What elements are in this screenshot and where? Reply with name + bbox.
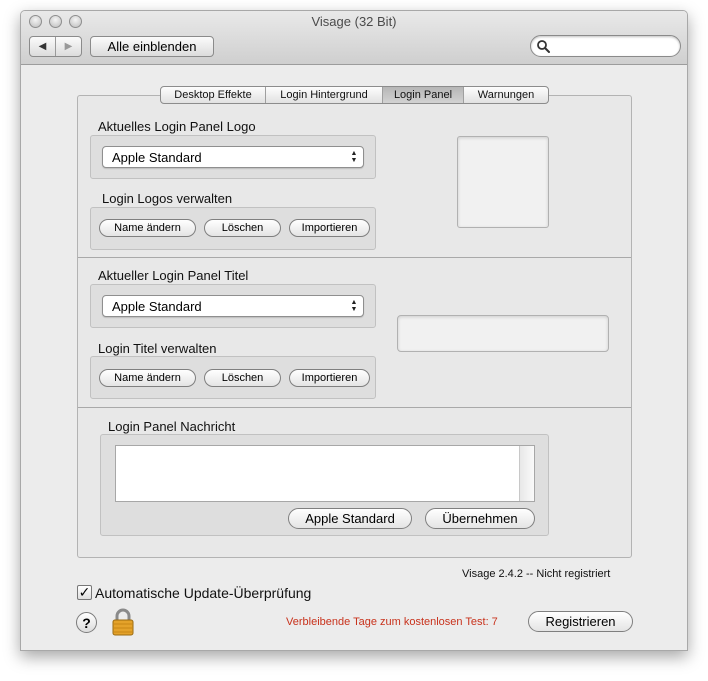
apple-standard-button[interactable]: Apple Standard xyxy=(288,508,412,529)
title-manage-groupbox: Name ändern Löschen Importieren xyxy=(90,356,376,399)
checkmark-icon: ✓ xyxy=(78,584,91,600)
title-group-label: Aktueller Login Panel Titel xyxy=(98,268,249,283)
tab-warnungen[interactable]: Warnungen xyxy=(464,87,548,103)
auto-update-checkbox[interactable]: ✓ xyxy=(77,585,92,600)
separator-1 xyxy=(78,257,631,258)
title-popup[interactable]: Apple Standard ▲ ▼ xyxy=(102,295,364,317)
logo-delete-button[interactable]: Löschen xyxy=(204,219,281,237)
logo-preview-well[interactable] xyxy=(457,136,549,228)
back-arrow-icon[interactable]: ◀ xyxy=(30,37,55,56)
logo-popup[interactable]: Apple Standard ▲ ▼ xyxy=(102,146,364,168)
title-import-button[interactable]: Importieren xyxy=(289,369,370,387)
message-groupbox: Apple Standard Übernehmen xyxy=(100,434,549,536)
title-popup-value: Apple Standard xyxy=(112,298,202,314)
help-icon[interactable]: ? xyxy=(76,612,97,633)
window-title: Visage (32 Bit) xyxy=(311,14,397,29)
message-scrollbar[interactable] xyxy=(519,446,534,501)
logo-popup-value: Apple Standard xyxy=(112,149,202,165)
tab-content-panel: Aktuelles Login Panel Logo Apple Standar… xyxy=(77,95,632,558)
lock-icon[interactable] xyxy=(111,608,135,636)
version-status: Visage 2.4.2 -- Nicht registriert xyxy=(462,568,611,580)
title-bar: Visage (32 Bit) ◀ ▶ Alle einblenden xyxy=(21,11,687,65)
forward-arrow-icon[interactable]: ▶ xyxy=(55,37,81,56)
tab-desktop-effekte[interactable]: Desktop Effekte xyxy=(161,87,266,103)
search-field[interactable] xyxy=(530,35,681,57)
message-textarea[interactable] xyxy=(118,448,517,499)
show-all-button[interactable]: Alle einblenden xyxy=(90,36,214,57)
tab-login-hintergrund[interactable]: Login Hintergrund xyxy=(266,87,383,103)
popup-arrows-icon: ▲ ▼ xyxy=(350,150,358,164)
trial-days-text: Verbleibende Tage zum kostenlosen Test: … xyxy=(286,616,498,628)
tab-bar: Desktop Effekte Login Hintergrund Login … xyxy=(160,86,549,104)
search-input[interactable] xyxy=(553,38,675,54)
popup-arrows-icon: ▲ ▼ xyxy=(350,299,358,313)
message-textbox[interactable] xyxy=(115,445,535,502)
tab-login-panel[interactable]: Login Panel xyxy=(383,87,464,103)
title-preview-field[interactable] xyxy=(397,315,609,352)
title-groupbox: Apple Standard ▲ ▼ xyxy=(90,284,376,328)
back-forward-control: ◀ ▶ xyxy=(29,36,82,57)
title-delete-button[interactable]: Löschen xyxy=(204,369,281,387)
title-rename-button[interactable]: Name ändern xyxy=(99,369,196,387)
message-group-label: Login Panel Nachricht xyxy=(108,419,236,434)
logo-rename-button[interactable]: Name ändern xyxy=(99,219,196,237)
logo-group-label: Aktuelles Login Panel Logo xyxy=(98,119,256,134)
logo-import-button[interactable]: Importieren xyxy=(289,219,370,237)
logo-manage-label: Login Logos verwalten xyxy=(102,191,233,206)
preferences-window: Visage (32 Bit) ◀ ▶ Alle einblenden Desk… xyxy=(20,10,688,651)
logo-manage-groupbox: Name ändern Löschen Importieren xyxy=(90,207,376,250)
apply-button[interactable]: Übernehmen xyxy=(425,508,535,529)
search-icon xyxy=(537,40,550,53)
register-button[interactable]: Registrieren xyxy=(528,611,633,632)
logo-groupbox: Apple Standard ▲ ▼ xyxy=(90,135,376,179)
auto-update-label: Automatische Update-Überprüfung xyxy=(95,585,312,601)
separator-2 xyxy=(78,407,631,408)
title-manage-label: Login Titel verwalten xyxy=(98,341,217,356)
